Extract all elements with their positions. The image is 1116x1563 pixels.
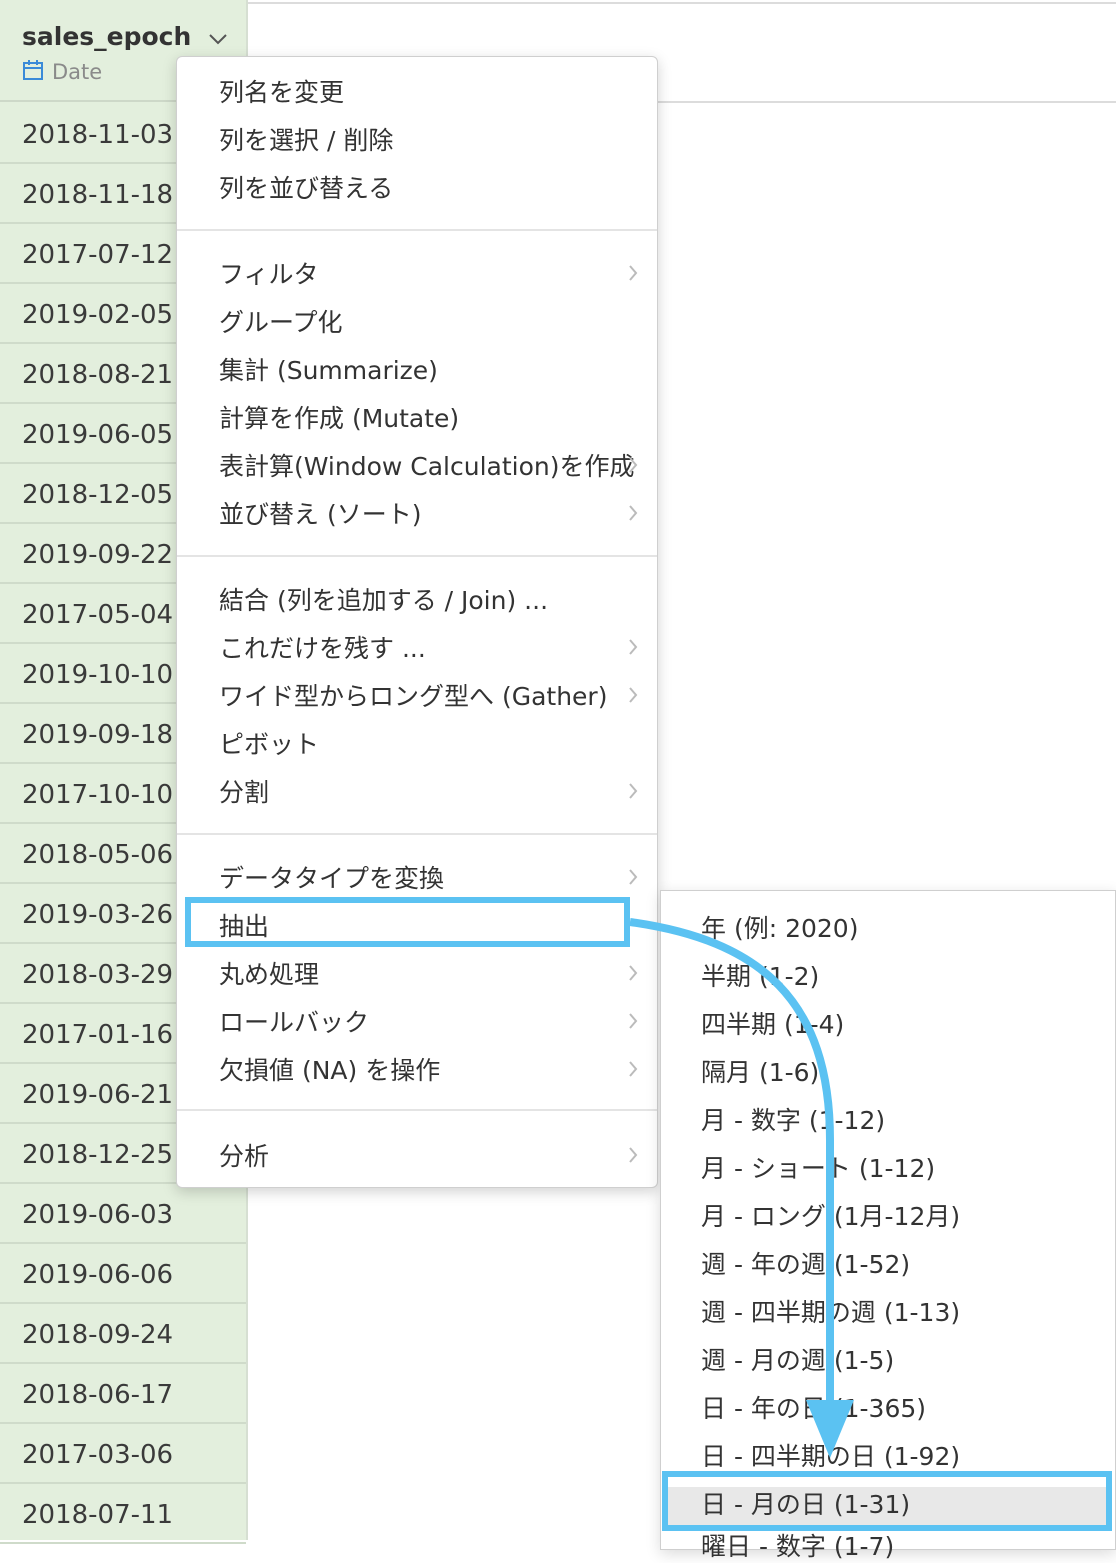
menu-item-analytics[interactable]: 分析 xyxy=(219,1137,269,1173)
menu-separator xyxy=(177,229,657,231)
chevron-right-icon xyxy=(629,457,638,473)
cell-value: 2019-03-26 xyxy=(22,900,174,930)
cell-value: 2019-09-22 xyxy=(22,540,174,570)
menu-item-round[interactable]: 丸め処理 xyxy=(219,955,319,991)
submenu-item-year[interactable]: 年 (例: 2020) xyxy=(701,909,858,945)
context-menu: 列名を変更 列を選択 / 削除 列を並び替える フィルタ グループ化 集計 (S… xyxy=(176,56,658,1188)
cell-value: 2018-12-25 xyxy=(22,1140,174,1170)
chevron-right-icon xyxy=(629,1147,638,1163)
cell-value: 2018-11-03 xyxy=(22,120,174,150)
highlight-box-day-of-month xyxy=(662,1471,1112,1531)
menu-item-filter[interactable]: フィルタ xyxy=(219,255,319,291)
submenu-item-month-long[interactable]: 月 - ロング (1月-12月) xyxy=(701,1197,960,1233)
column-cell[interactable]: 2019-06-06 xyxy=(0,1244,246,1304)
menu-item-gather[interactable]: ワイド型からロング型へ (Gather) xyxy=(219,677,607,713)
chevron-right-icon xyxy=(629,687,638,703)
cell-value: 2018-11-18 xyxy=(22,180,174,210)
menu-item-window-calc[interactable]: 表計算(Window Calculation)を作成 xyxy=(219,447,635,483)
cell-value: 2017-07-12 xyxy=(22,240,174,270)
menu-item-rename[interactable]: 列名を変更 xyxy=(219,73,344,109)
cell-value: 2018-06-17 xyxy=(22,1380,174,1410)
cell-value: 2017-10-10 xyxy=(22,780,174,810)
cell-value: 2018-12-05 xyxy=(22,480,174,510)
menu-separator xyxy=(177,1109,657,1111)
menu-item-join[interactable]: 結合 (列を追加する / Join) ... xyxy=(219,581,548,617)
menu-item-reorder[interactable]: 列を並び替える xyxy=(219,169,393,205)
submenu-item-week-of-quarter[interactable]: 週 - 四半期の週 (1-13) xyxy=(701,1293,960,1329)
column-cell[interactable]: 2018-06-17 xyxy=(0,1364,246,1424)
cell-value: 2017-01-16 xyxy=(22,1020,174,1050)
cell-value: 2019-02-05 xyxy=(22,300,174,330)
menu-item-split[interactable]: 分割 xyxy=(219,773,269,809)
chevron-right-icon xyxy=(629,265,638,281)
highlight-box-extract xyxy=(185,897,630,947)
menu-item-select-delete[interactable]: 列を選択 / 削除 xyxy=(219,121,393,157)
cell-value: 2019-06-06 xyxy=(22,1260,174,1290)
submenu-item-week-of-month[interactable]: 週 - 月の週 (1-5) xyxy=(701,1341,894,1377)
cell-value: 2019-10-10 xyxy=(22,660,174,690)
column-name: sales_epoch xyxy=(22,22,192,51)
cell-value: 2017-03-06 xyxy=(22,1440,174,1470)
calendar-icon xyxy=(23,60,43,80)
menu-separator xyxy=(177,833,657,835)
menu-item-rollback[interactable]: ロールバック xyxy=(219,1003,369,1039)
submenu-item-month-num[interactable]: 月 - 数字 (1-12) xyxy=(701,1101,885,1137)
cell-value: 2018-08-21 xyxy=(22,360,174,390)
chevron-right-icon xyxy=(629,1013,638,1029)
submenu-item-week-of-year[interactable]: 週 - 年の週 (1-52) xyxy=(701,1245,910,1281)
menu-item-pivot[interactable]: ピボット xyxy=(219,725,319,761)
menu-item-group[interactable]: グループ化 xyxy=(219,303,343,339)
submenu-item-bimonth[interactable]: 隔月 (1-6) xyxy=(701,1053,819,1089)
extract-submenu: 年 (例: 2020) 半期 (1-2) 四半期 (1-4) 隔月 (1-6) … xyxy=(660,890,1116,1561)
menu-item-keep-only[interactable]: これだけを残す ... xyxy=(219,629,426,665)
menu-item-handle-na[interactable]: 欠損値 (NA) を操作 xyxy=(219,1051,440,1087)
menu-item-summarize[interactable]: 集計 (Summarize) xyxy=(219,351,438,387)
menu-item-convert-type[interactable]: データタイプを変換 xyxy=(219,859,444,895)
grid-top-border xyxy=(246,2,1116,4)
cell-value: 2019-09-18 xyxy=(22,720,174,750)
chevron-right-icon xyxy=(629,783,638,799)
column-cell[interactable]: 2019-06-03 xyxy=(0,1184,246,1244)
cell-value: 2018-07-11 xyxy=(22,1500,174,1530)
chevron-right-icon xyxy=(629,965,638,981)
submenu-item-quarter[interactable]: 四半期 (1-4) xyxy=(701,1005,844,1041)
chevron-right-icon xyxy=(629,1061,638,1077)
cell-value: 2017-05-04 xyxy=(22,600,174,630)
menu-item-mutate[interactable]: 計算を作成 (Mutate) xyxy=(219,399,459,435)
cell-value: 2018-09-24 xyxy=(22,1320,174,1350)
column-cell[interactable]: 2018-07-11 xyxy=(0,1484,246,1544)
column-type-label: Date xyxy=(52,60,103,84)
cell-value: 2019-06-05 xyxy=(22,420,174,450)
chevron-right-icon xyxy=(629,639,638,655)
submenu-item-month-short[interactable]: 月 - ショート (1-12) xyxy=(701,1149,935,1185)
chevron-right-icon xyxy=(629,505,638,521)
menu-item-sort[interactable]: 並び替え (ソート) xyxy=(219,495,421,531)
cell-value: 2018-05-06 xyxy=(22,840,174,870)
column-cell[interactable]: 2017-03-06 xyxy=(0,1424,246,1484)
cell-value: 2019-06-03 xyxy=(22,1200,174,1230)
cell-value: 2019-06-21 xyxy=(22,1080,174,1110)
submenu-item-half[interactable]: 半期 (1-2) xyxy=(701,957,819,993)
submenu-item-day-of-quarter[interactable]: 日 - 四半期の日 (1-92) xyxy=(701,1437,960,1473)
chevron-right-icon xyxy=(629,869,638,885)
chevron-down-icon[interactable] xyxy=(207,28,229,50)
submenu-item-day-of-year[interactable]: 日 - 年の日 (1-365) xyxy=(701,1389,926,1425)
menu-separator xyxy=(177,555,657,557)
submenu-item-weekday-num[interactable]: 曜日 - 数字 (1-7) xyxy=(701,1527,894,1563)
column-cell[interactable]: 2018-09-24 xyxy=(0,1304,246,1364)
cell-value: 2018-03-29 xyxy=(22,960,174,990)
